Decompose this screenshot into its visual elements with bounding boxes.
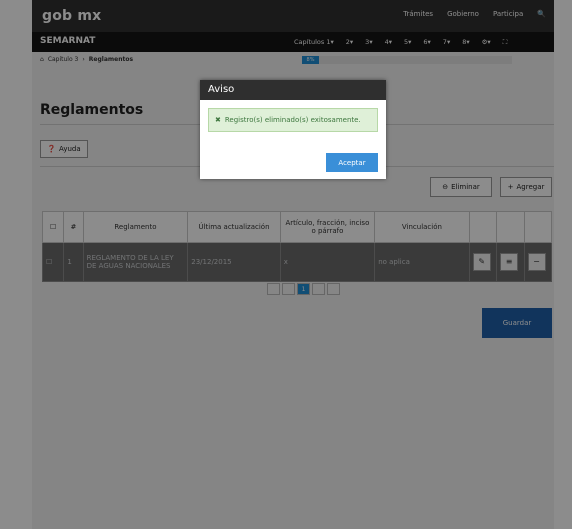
help-icon: ❓ [47,145,57,153]
col-vinculacion: Vinculación [374,211,470,243]
pager-first[interactable] [267,283,280,295]
link-participa[interactable]: Participa [493,10,523,18]
delete-button[interactable]: ⊖ Eliminar [430,177,492,197]
progress-bar: 8% [302,56,512,64]
chapter-2[interactable]: 2▾ [346,38,353,47]
link-tramites[interactable]: Trámites [403,10,433,18]
help-button[interactable]: ❓ Ayuda [40,140,88,158]
chapter-5[interactable]: 5▾ [404,38,411,47]
pager-prev[interactable] [282,283,295,295]
add-button[interactable]: + Agregar [500,177,552,197]
success-alert: ✖ Registro(s) eliminado(s) exitosamente. [208,108,378,132]
pagination: 1 [267,283,340,295]
link-gobierno[interactable]: Gobierno [447,10,479,18]
remove-button[interactable]: − [523,242,553,282]
accept-button[interactable]: Aceptar [326,153,378,172]
pager-current[interactable]: 1 [297,283,310,295]
col-delete [523,211,553,243]
page-title: Reglamentos [40,102,144,118]
pager-last[interactable] [327,283,340,295]
gear-icon[interactable]: ⚙▾ [482,38,491,47]
row-articulo: x [279,242,376,282]
brand[interactable]: SEMARNAT [40,36,95,46]
minus-icon: − [527,253,546,271]
row-num: 1 [63,242,84,282]
col-num: # [63,211,84,243]
select-all-checkbox[interactable]: ☐ [41,211,65,243]
regulations-table: ☐ # Reglamento Última actualización Artí… [41,211,553,282]
col-edit [468,211,498,243]
home-icon[interactable]: ⌂ [40,56,44,63]
alert-message: Registro(s) eliminado(s) exitosamente. [224,116,361,124]
view-button[interactable]: ≡ [496,242,525,282]
row-reglamento: REGLAMENTO DE LA LEY DE AGUAS NACIONALES [82,242,189,282]
save-button[interactable]: Guardar [482,308,552,338]
row-fecha: 23/12/2015 [187,242,281,282]
row-vinculacion: no aplica [374,242,470,282]
gobmx-logo[interactable]: gob mx [42,8,101,24]
col-fecha: Última actualización [187,211,281,243]
search-icon[interactable]: 🔍 [537,10,546,18]
fullscreen-icon[interactable]: ⛶ [503,38,508,47]
chapter-6[interactable]: 6▾ [423,38,430,47]
breadcrumb-item-current: Reglamentos [88,56,134,63]
chapter-3[interactable]: 3▾ [365,38,372,47]
chapter-1[interactable]: Capítulos 1▾ [294,38,334,47]
progress-fill: 8% [302,56,319,64]
close-icon: ✖ [215,116,221,124]
pager-next[interactable] [312,283,325,295]
chapter-8[interactable]: 8▾ [462,38,469,47]
delete-icon: ⊖ [442,183,449,191]
breadcrumb-item-chapter[interactable]: Capítulo 3 [48,56,79,63]
main-nav: SEMARNAT Capítulos 1▾ 2▾ 3▾ 4▾ 5▾ 6▾ 7▾ … [32,32,554,52]
chapter-4[interactable]: 4▾ [385,38,392,47]
dialog-title: Aviso [200,80,386,100]
top-links: Trámites Gobierno Participa 🔍 [403,10,546,18]
chevron-right-icon: › [82,56,85,63]
top-header: gob mx Trámites Gobierno Participa 🔍 [32,0,554,32]
col-reglamento: Reglamento [82,211,189,243]
list-icon: ≡ [500,253,519,271]
pencil-icon: ✎ [472,253,491,271]
breadcrumb: ⌂ Capítulo 3 › Reglamentos [40,56,133,63]
plus-icon: + [507,183,514,191]
table-row: ☐ 1 REGLAMENTO DE LA LEY DE AGUAS NACION… [41,242,553,282]
alert-dialog: Aviso ✖ Registro(s) eliminado(s) exitosa… [200,80,386,179]
col-view [496,211,525,243]
chapter-7[interactable]: 7▾ [443,38,450,47]
edit-button[interactable]: ✎ [468,242,498,282]
row-checkbox[interactable]: ☐ [41,242,65,282]
col-articulo: Artículo, fracción, inciso o párrafo [279,211,376,243]
chapter-menu: Capítulos 1▾ 2▾ 3▾ 4▾ 5▾ 6▾ 7▾ 8▾ ⚙▾ ⛶ [294,38,507,47]
